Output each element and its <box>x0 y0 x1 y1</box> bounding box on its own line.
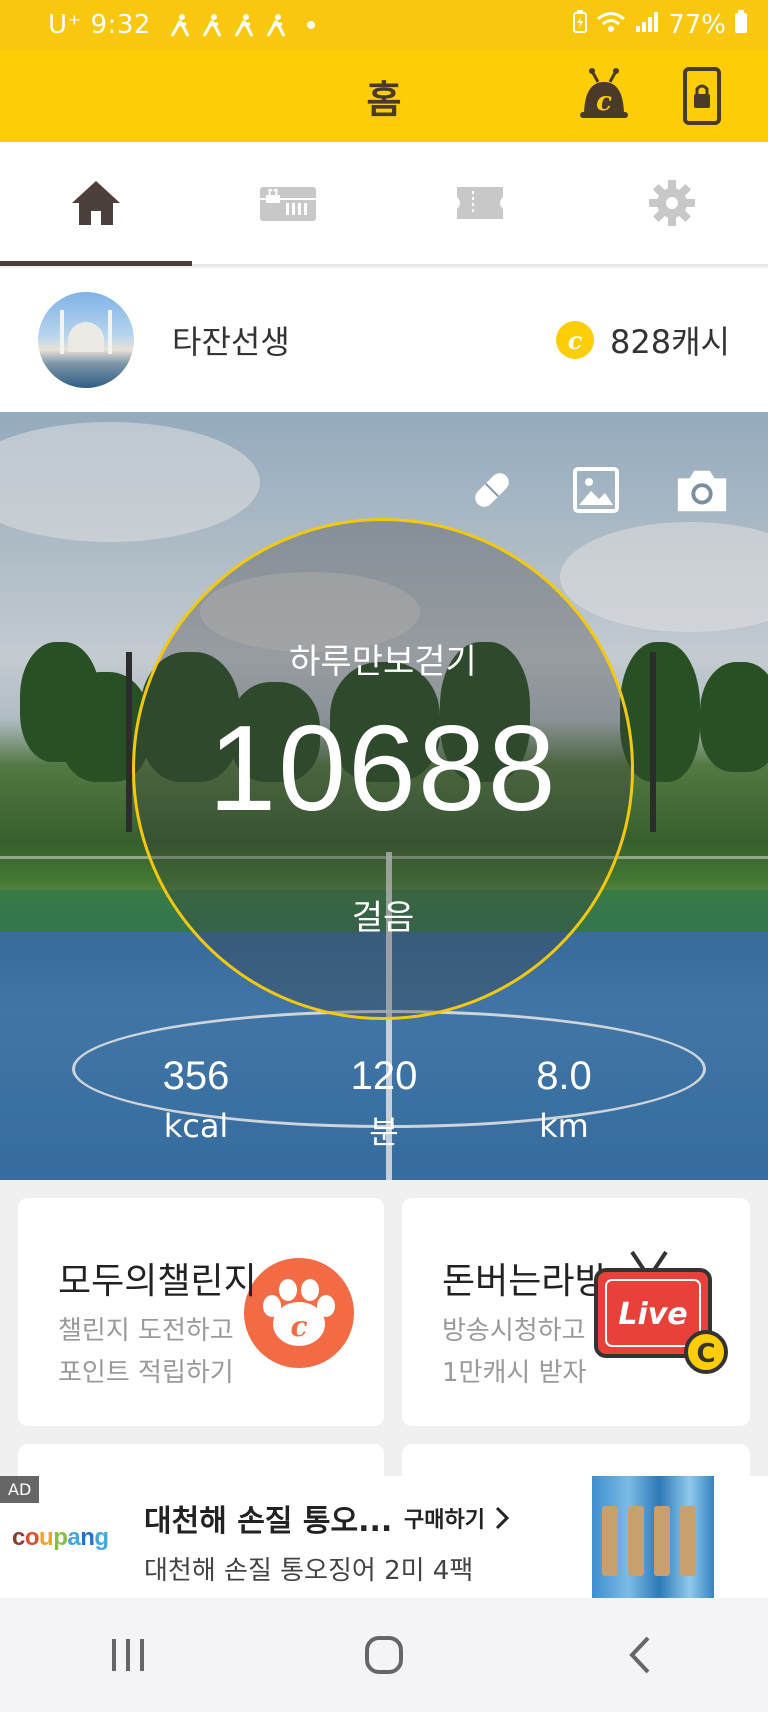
chevron-right-icon <box>495 1506 509 1530</box>
live-desc-1: 방송시청하고 <box>442 1316 586 1346</box>
svg-text:Live: Live <box>618 1297 687 1332</box>
home-button[interactable] <box>324 1615 444 1695</box>
cash-amount: 828캐시 <box>610 323 730 361</box>
step-counter-hero: 하루만보걷기 10688 걸음 356 kcal 120 분 8.0 km <box>0 412 768 1180</box>
step-unit: 걸음 <box>351 898 415 938</box>
signal-icon <box>634 10 660 41</box>
challenge-title: 모두의챌린지 <box>58 1261 257 1302</box>
calories-stat: 356 kcal <box>96 1054 296 1145</box>
ad-label: AD <box>0 1476 40 1503</box>
ad-buy-button[interactable]: 구매하기 <box>404 1502 509 1534</box>
distance-stat: 8.0 km <box>464 1054 664 1145</box>
coupon-ticket-icon <box>260 187 316 221</box>
app-header: 홈 c <box>0 50 768 142</box>
tab-tickets[interactable] <box>384 142 576 264</box>
profile-row: 타잔선생 c 828캐시 <box>0 268 768 412</box>
tab-coupon-shop[interactable] <box>192 142 384 264</box>
notification-icons <box>167 12 289 38</box>
svg-text:c: c <box>596 87 612 117</box>
step-count: 10688 <box>208 700 558 836</box>
goal-label: 하루만보걷기 <box>289 642 477 682</box>
minutes-value: 120 <box>350 1054 418 1098</box>
tab-settings[interactable] <box>576 142 768 264</box>
distance-unit: km <box>539 1107 589 1145</box>
calories-value: 356 <box>162 1054 230 1098</box>
lock-screen-button[interactable] <box>668 60 736 132</box>
main-tab-bar <box>0 142 768 266</box>
recent-apps-icon <box>112 1639 144 1671</box>
challenge-card[interactable]: c 모두의챌린지 챌린지 도전하고 포인트 적립하기 <box>18 1198 384 1426</box>
status-carrier-time: U⁺ 9:32 <box>48 10 151 40</box>
svg-text:c: c <box>290 1310 307 1343</box>
svg-text:C: C <box>696 1339 715 1369</box>
phone-lock-icon <box>683 67 721 125</box>
live-title: 돈버는라방 <box>442 1261 608 1302</box>
pill-button[interactable] <box>464 464 520 516</box>
ad-headline: 대천해 손질 통오... <box>144 1504 393 1539</box>
status-right: 77% <box>572 9 748 41</box>
live-broadcast-card[interactable]: 돈버는라방 방송시청하고 1만캐시 받자 Live C <box>402 1198 750 1426</box>
camera-button[interactable] <box>674 464 730 516</box>
status-bar: U⁺ 9:32 77% <box>0 0 768 50</box>
walker-notification-icon <box>231 12 257 38</box>
walker-notification-icon <box>199 12 225 38</box>
home-circle-icon <box>365 1636 403 1674</box>
distance-value: 8.0 <box>536 1054 592 1098</box>
cash-balance[interactable]: c 828캐시 <box>556 317 730 363</box>
recent-apps-button[interactable] <box>68 1615 188 1695</box>
coupang-logo: coupang <box>12 1524 109 1551</box>
ticket-icon <box>457 187 503 219</box>
user-name: 타잔선생 <box>172 323 290 361</box>
walker-notification-icon <box>263 12 289 38</box>
live-tv-icon: Live C <box>592 1248 742 1388</box>
background-photo-button[interactable] <box>568 464 624 516</box>
ad-buy-label: 구매하기 <box>404 1508 485 1533</box>
back-button[interactable] <box>580 1615 700 1695</box>
calories-unit: kcal <box>163 1107 229 1145</box>
more-notifications-dot <box>306 21 315 29</box>
tab-home[interactable] <box>0 142 192 266</box>
ad-product-image[interactable] <box>592 1476 714 1598</box>
battery-saver-icon <box>572 9 588 41</box>
wifi-icon <box>596 10 626 41</box>
camera-icon <box>677 470 727 512</box>
avatar[interactable] <box>38 292 134 388</box>
live-desc-2: 1만캐시 받자 <box>442 1358 587 1388</box>
coin-icon: c <box>556 321 595 359</box>
gear-icon <box>649 180 695 226</box>
pill-icon <box>475 473 509 507</box>
paw-coin-icon: c <box>244 1258 354 1368</box>
page-title: 홈 <box>366 77 402 122</box>
challenge-desc-2: 포인트 적립하기 <box>58 1358 234 1388</box>
walker-notification-icon <box>167 12 193 38</box>
app-screen: U⁺ 9:32 77% 홈 c 타잔선생 c 828캐시 하루만보걷기 1068… <box>0 0 768 1712</box>
ad-banner[interactable]: AD coupang 대천해 손질 통오... 구매하기 대천해 손질 통오징어… <box>0 1476 768 1598</box>
system-nav-bar <box>0 1598 768 1712</box>
minutes-stat: 120 분 <box>284 1054 484 1153</box>
battery-icon <box>734 9 748 41</box>
minutes-unit: 분 <box>369 1113 399 1151</box>
image-icon <box>573 467 619 513</box>
back-chevron-icon <box>629 1636 650 1674</box>
challenge-desc-1: 챌린지 도전하고 <box>58 1316 234 1346</box>
cash-character-icon: c <box>580 68 628 118</box>
cashwalk-character-button[interactable]: c <box>570 60 638 132</box>
home-icon <box>72 181 120 225</box>
ad-subline: 대천해 손질 통오징어 2미 4팩 <box>144 1556 474 1586</box>
battery-percent: 77% <box>668 10 726 40</box>
